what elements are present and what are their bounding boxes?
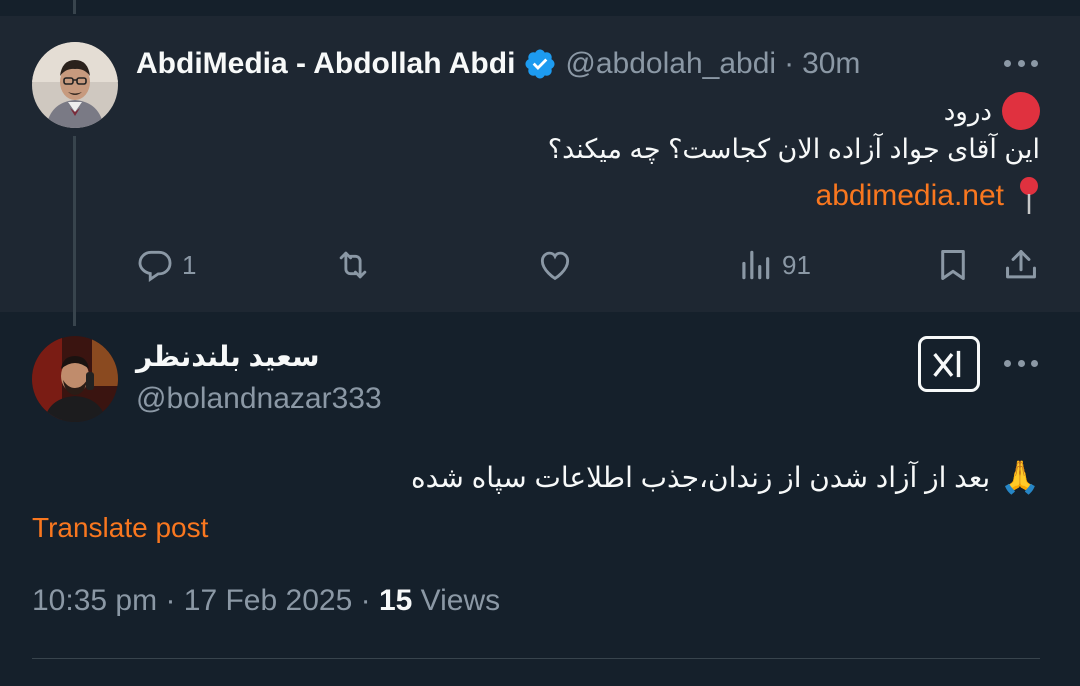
post-timestamp[interactable]: 10:35 pm	[32, 584, 157, 617]
post-link[interactable]: abdimedia.net	[816, 179, 1004, 213]
more-icon[interactable]	[1004, 360, 1038, 370]
views-button[interactable]: 91	[736, 246, 811, 284]
reply-icon	[138, 250, 172, 282]
post-text: درود	[943, 95, 992, 126]
like-button[interactable]	[536, 246, 574, 284]
thread-line	[73, 0, 76, 14]
reply-count: 1	[182, 249, 197, 280]
red-circle-icon	[1002, 92, 1040, 130]
retweet-icon	[339, 251, 367, 279]
more-icon[interactable]	[1004, 60, 1038, 70]
author-handle[interactable]: @bolandnazar333	[136, 382, 382, 416]
post-header: AbdiMedia - Abdollah Abdi @abdolah_abdi …	[136, 44, 860, 84]
views-count: 15	[378, 584, 413, 617]
retweet-button[interactable]	[334, 246, 372, 284]
author-handle[interactable]: @abdolah_abdi	[565, 47, 776, 81]
bookmark-icon	[941, 250, 965, 280]
like-icon	[540, 251, 570, 281]
thread-line	[73, 312, 76, 326]
reply-button[interactable]: 1	[136, 246, 196, 284]
separator: ·	[165, 584, 176, 617]
author-name[interactable]: AbdiMedia - Abdollah Abdi	[136, 47, 515, 81]
action-bar: 1 91	[0, 246, 1080, 286]
divider	[32, 658, 1040, 659]
post-text-line: درود	[944, 92, 1040, 130]
top-strip	[0, 0, 1080, 16]
main-post: سعید بلندنظر @bolandnazar333 🙏 بعد از آز…	[0, 312, 1080, 686]
separator: ·	[360, 584, 371, 617]
share-icon	[1006, 250, 1036, 279]
post-text: بعد از آزاد شدن از زندان،جذب اطلاعات سپا…	[410, 461, 991, 493]
separator: ·	[784, 47, 795, 80]
views-label[interactable]: Views	[421, 584, 500, 617]
post-time[interactable]: 30m	[802, 47, 860, 81]
avatar[interactable]	[32, 336, 118, 422]
post-meta: 10:35 pm · 17 Feb 2025 · 15 Views	[32, 584, 500, 618]
share-button[interactable]	[1002, 246, 1040, 284]
pin-icon	[1020, 177, 1038, 214]
avatar[interactable]	[32, 42, 118, 128]
author-name[interactable]: سعید بلندنظر	[136, 340, 319, 373]
verified-badge-icon[interactable]	[523, 47, 557, 81]
post-link-line: abdimedia.net	[816, 176, 1040, 216]
post-date[interactable]: 17 Feb 2025	[184, 584, 352, 617]
translate-post-link[interactable]: Translate post	[32, 512, 208, 544]
views-icon	[742, 250, 770, 280]
thread-line	[73, 136, 76, 312]
post-text: این آقای جواد آزاده الان کجاست؟ چه میکند…	[547, 134, 1040, 164]
views-count: 91	[782, 249, 811, 280]
post-text-line: 🙏 بعد از آزاد شدن از زندان،جذب اطلاعات س…	[411, 458, 1040, 496]
pray-emoji: 🙏	[1000, 459, 1040, 495]
bookmark-button[interactable]	[934, 246, 972, 284]
grok-icon[interactable]	[918, 336, 980, 392]
quoted-post[interactable]: AbdiMedia - Abdollah Abdi @abdolah_abdi …	[0, 16, 1080, 312]
